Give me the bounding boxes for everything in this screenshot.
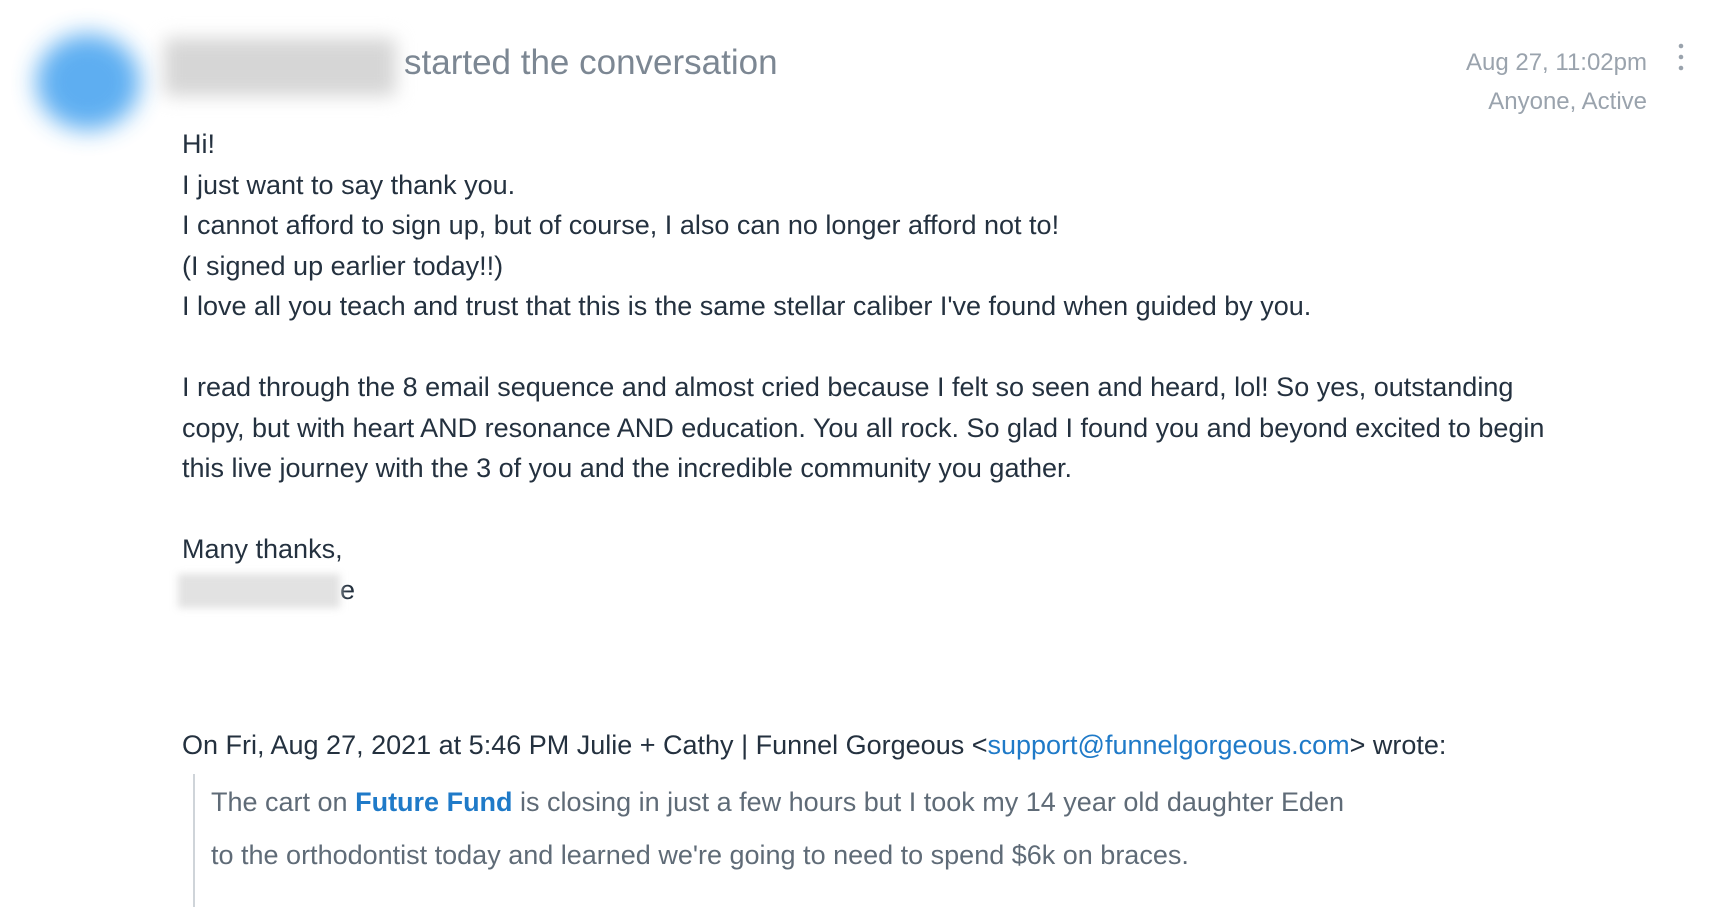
quote-border (193, 774, 195, 907)
message-meta: Aug 27, 11:02pm Anyone, Active (1466, 43, 1647, 121)
message-timestamp: Aug 27, 11:02pm (1465, 49, 1647, 76)
avatar[interactable] (36, 34, 140, 130)
message-signoff: Many thanks, e (178, 529, 1642, 611)
conversation-status: Anyone, Active (1488, 88, 1647, 115)
message-paragraph: I read through the 8 email sequence and … (182, 367, 1642, 489)
message-line: Hi! (182, 129, 215, 159)
quoted-text: is closing in just a few hours but I too… (512, 787, 1345, 817)
started-conversation-label: started the conversation (404, 43, 778, 82)
closing-line: Many thanks, (182, 534, 343, 564)
message-body: Hi! I just want to say thank you. I cann… (178, 124, 1642, 611)
quoted-text: The cart on (211, 787, 356, 817)
signature-line: e (178, 570, 1642, 611)
message-line: I just want to say thank you. (182, 169, 516, 200)
message-line: copy, but with heart AND resonance AND e… (182, 412, 1545, 443)
quoted-message: The cart on Future Fund is closing in ju… (211, 776, 1344, 882)
quoted-line: to the orthodontist today and learned we… (211, 840, 1189, 870)
message-line: I read through the 8 email sequence and … (182, 372, 1514, 402)
sender-name-redacted[interactable] (164, 38, 396, 96)
quote-attribution: On Fri, Aug 27, 2021 at 5:46 PM Julie + … (182, 730, 1446, 761)
signature-tail: e (340, 574, 356, 605)
signature-redacted (178, 573, 340, 608)
message-line: I love all you teach and trust that this… (182, 291, 1312, 321)
future-fund-link[interactable]: Future Fund (355, 787, 512, 817)
support-email-link[interactable]: support@funnelgorgeous.com (987, 730, 1349, 760)
message-line: I cannot afford to sign up, but of cours… (182, 210, 1060, 240)
message-paragraph: Hi! I just want to say thank you. I cann… (182, 124, 1642, 327)
message-line: (I signed up earlier today!!) (182, 250, 504, 281)
more-vertical-icon[interactable] (1672, 42, 1690, 72)
attribution-prefix: On Fri, Aug 27, 2021 at 5:46 PM Julie + … (182, 730, 988, 760)
quoted-line: The cart on Future Fund is closing in ju… (211, 776, 1344, 829)
conversation-view: started the conversation Aug 27, 11:02pm… (0, 0, 1721, 907)
attribution-suffix: > wrote: (1349, 730, 1447, 760)
message-line: this live journey with the 3 of you and … (182, 453, 1072, 483)
